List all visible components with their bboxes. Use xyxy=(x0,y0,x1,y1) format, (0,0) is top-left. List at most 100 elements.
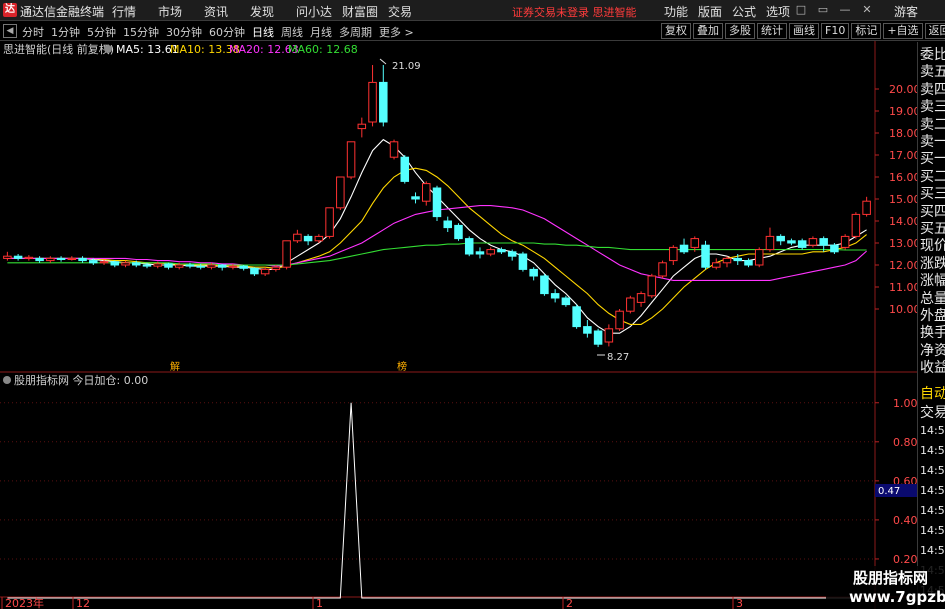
menu-item-discover[interactable]: 发现 xyxy=(250,3,296,20)
indicator-tick-label: 0.40 xyxy=(893,514,917,527)
return-button[interactable]: 返回 xyxy=(924,23,945,39)
login-notice[interactable]: 证券交易未登录 思进智能 xyxy=(512,4,637,20)
menu-item-formula[interactable]: 公式 xyxy=(732,3,756,20)
candle-body-up xyxy=(422,183,431,202)
candle-body-down xyxy=(679,244,689,253)
menu-item-news[interactable]: 资讯 xyxy=(204,3,250,20)
tab-multi-period[interactable]: 多周期 xyxy=(339,24,372,40)
candle-body-down xyxy=(518,253,528,270)
draw-line-button[interactable]: 画线 xyxy=(789,23,819,39)
trade-time: 14:56 xyxy=(920,484,945,497)
candle-body-down xyxy=(507,251,517,257)
tab-more[interactable]: 更多 > xyxy=(379,24,414,40)
candle-body-down xyxy=(132,262,141,266)
candle-body-up xyxy=(99,261,109,264)
candle-body-down xyxy=(379,81,388,123)
back-arrow-icon[interactable]: ◀ xyxy=(3,24,17,38)
candle-body-down xyxy=(529,268,538,277)
menu-item-markets[interactable]: 市场 xyxy=(158,3,204,20)
minimize-icon[interactable]: — xyxy=(837,2,853,18)
indicator-tick-label: 1.00 xyxy=(893,397,917,410)
candle-body-down xyxy=(454,224,463,240)
app-title: 通达信金融终端 xyxy=(20,5,105,19)
quote-sidebar: 委比 卖五 卖四 卖三 卖二 卖一 买一 买二 买三 买四 买五 现价 涨跌 涨幅 总量 外盘 换手 净资 收益 自动… xyxy=(917,42,945,609)
candles xyxy=(3,65,871,348)
candle-body-up xyxy=(626,297,635,312)
candle-body-up xyxy=(260,268,270,275)
sub-chart-header: 股朋指标网 今日加仓: 0.00 xyxy=(3,373,148,387)
kline-chart[interactable]: 思进智能(日线 前复权) MA5: 13.61 MA10: 13.38 MA20… xyxy=(0,41,917,609)
indicator-tick-label: 0.20 xyxy=(893,553,917,566)
date-tick-label: 1 xyxy=(316,597,323,609)
menu-item-options[interactable]: 选项 xyxy=(766,3,790,20)
candle-body-down xyxy=(250,267,259,275)
candle-body-down xyxy=(142,264,152,267)
auto-button[interactable]: 自动 xyxy=(920,383,945,403)
candle-body-up xyxy=(840,235,850,248)
close-icon[interactable]: ✕ xyxy=(859,2,875,18)
watermark-url: www.7gpzb.com xyxy=(849,588,945,606)
menu-item-trade[interactable]: 交易 xyxy=(388,3,434,20)
tab-15min[interactable]: 15分钟 xyxy=(123,24,159,40)
stock-label[interactable]: 思进智能(日线 前复权) xyxy=(3,42,114,56)
candle-body-down xyxy=(744,260,753,266)
overlay-button[interactable]: 叠加 xyxy=(693,23,723,39)
f10-button[interactable]: F10 xyxy=(821,23,850,39)
tab-60min[interactable]: 60分钟 xyxy=(209,24,245,40)
stats-button[interactable]: 统计 xyxy=(757,23,787,39)
tab-30min[interactable]: 30分钟 xyxy=(166,24,202,40)
tile-icon[interactable]: ▭ xyxy=(815,2,831,18)
ma60-label: MA60: 12.68 xyxy=(288,43,358,56)
restore-icon[interactable]: □ xyxy=(793,2,809,18)
candle-body-up xyxy=(293,233,302,242)
candle-body-down xyxy=(400,156,410,182)
marker-bang[interactable]: 榜 xyxy=(397,360,407,373)
period-tabs: 分时 1分钟 5分钟 15分钟 30分钟 60分钟 日线 周线 月线 多周期 更… xyxy=(22,24,421,40)
indicator-label[interactable]: 股朋指标网 今日加仓: 0.00 xyxy=(14,373,148,387)
candle-body-down xyxy=(185,264,195,267)
menu-item-market[interactable]: 行情 xyxy=(112,3,158,20)
candle-body-down xyxy=(540,275,549,295)
trade-label[interactable]: 交易 xyxy=(920,402,945,422)
candle-body-down xyxy=(443,220,452,229)
menu-item-function[interactable]: 功能 xyxy=(664,3,688,20)
tab-1min[interactable]: 1分钟 xyxy=(51,24,80,40)
watermark-title: 股朋指标网 xyxy=(853,569,929,587)
add-watchlist-button[interactable]: +自选 xyxy=(883,23,923,39)
adjust-button[interactable]: 复权 xyxy=(661,23,691,39)
price-tick-label: 11.00 xyxy=(889,281,917,294)
tab-daily[interactable]: 日线 xyxy=(252,24,274,40)
tab-monthly[interactable]: 月线 xyxy=(310,24,332,40)
candle-body-down xyxy=(432,187,442,218)
menu-item-layout[interactable]: 版面 xyxy=(698,3,722,20)
high-price-label: 21.09 xyxy=(392,61,421,72)
window-buttons: □ ▭ — ✕ xyxy=(793,2,881,18)
candle-body-down xyxy=(550,293,560,299)
menu-item-ask[interactable]: 问小达 xyxy=(296,3,342,20)
candle-body-up xyxy=(808,238,818,246)
candle-body-up xyxy=(658,262,667,277)
candle-body-up xyxy=(207,264,216,268)
trade-time: 14:56 xyxy=(920,544,945,557)
price-tick-label: 19.00 xyxy=(889,105,917,118)
tab-weekly[interactable]: 周线 xyxy=(281,24,303,40)
tab-intraday[interactable]: 分时 xyxy=(22,24,44,40)
menu-item-wealth[interactable]: 财富圈 xyxy=(342,3,388,20)
candle-body-down xyxy=(56,257,66,260)
sidebar-item[interactable]: 收益 xyxy=(920,357,945,377)
period-toolbar: ◀ 分时 1分钟 5分钟 15分钟 30分钟 60分钟 日线 周线 月线 多周期… xyxy=(0,21,945,41)
settings-dot-icon[interactable] xyxy=(104,45,112,53)
candle-body-up xyxy=(615,310,624,330)
indicator-line xyxy=(7,402,867,599)
mark-button[interactable]: 标记 xyxy=(851,23,882,39)
multi-stock-button[interactable]: 多股 xyxy=(725,23,755,39)
candle-body-down xyxy=(411,196,420,200)
sub-settings-dot-icon[interactable] xyxy=(3,376,11,384)
candle-body-down xyxy=(797,240,807,248)
marker-jie[interactable]: 解 xyxy=(170,360,180,373)
candle-body-up xyxy=(669,246,678,262)
ma-line-ma5 xyxy=(7,138,867,334)
tab-5min[interactable]: 5分钟 xyxy=(87,24,116,40)
guest-login-button[interactable]: 游客 xyxy=(894,3,918,20)
chart-grid xyxy=(0,41,917,609)
